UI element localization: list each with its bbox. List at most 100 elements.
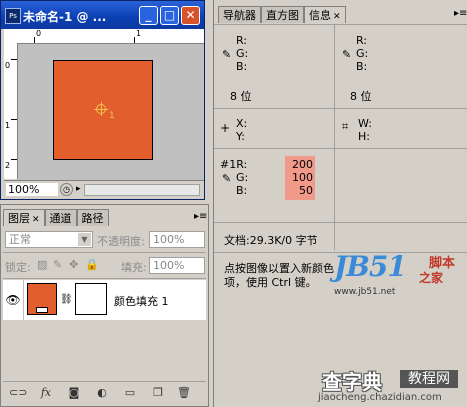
tab-label: 通道 (49, 212, 72, 225)
label-r: R: (236, 34, 248, 47)
status-info-icon[interactable]: ◷ (60, 183, 73, 196)
info-panel: 导航器 直方图 信息 ✕ ▸≡ ✎ R: G: B: 8 位 ✎ R: G: B:… (213, 0, 467, 407)
crosshair-icon (101, 102, 102, 116)
label-sampler-b: B: (236, 184, 248, 197)
fill-label: 填充: (121, 261, 147, 274)
layers-panel-tabs: 图层 ✕ 通道 路径 (3, 209, 109, 226)
tab-navigator[interactable]: 导航器 (218, 6, 261, 23)
label-b: B: (236, 60, 248, 73)
document-window: Ps 未命名-1 @ ... _ □ ✕ 0 1 0 1 2 1 100% ◷ … (0, 0, 205, 200)
eyedropper-icon: ✎ (342, 48, 352, 61)
ruler-corner[interactable] (4, 29, 18, 43)
close-icon[interactable]: ✕ (333, 12, 341, 22)
layer-name[interactable]: 颜色填充 1 (114, 293, 169, 309)
photoshop-app-icon: Ps (5, 8, 21, 24)
fill-value: 100% (153, 259, 185, 272)
mask-icon[interactable]: ◙ (65, 386, 83, 399)
watermark-badge: 教程网 (400, 370, 458, 388)
tab-label: 图层 (8, 212, 30, 225)
panel-menu-icon[interactable]: ▸≡ (454, 8, 467, 19)
layer-color-thumbnail[interactable] (27, 283, 57, 315)
horizontal-ruler[interactable]: 0 1 (17, 29, 204, 44)
tab-histogram[interactable]: 直方图 (261, 6, 304, 23)
ruler-label: 0 (5, 61, 11, 70)
label-h: H: (358, 130, 370, 143)
readout-wh: W: H: (358, 117, 372, 143)
selection-size-icon: ⌗ (342, 120, 349, 133)
layers-panel: 图层 ✕ 通道 路径 ▸≡ 正常 ▼ 不透明度: 100% 锁定: ▨ ✎ ✥ 🔒… (0, 204, 209, 407)
divider (3, 252, 206, 253)
status-menu-arrow-icon[interactable]: ▸ (76, 184, 81, 194)
panel-menu-icon[interactable]: ▸≡ (194, 211, 207, 222)
layer-row[interactable]: 👁 ⛓ 颜色填充 1 (3, 280, 206, 320)
lock-transparency-icon[interactable]: ▨ (37, 258, 47, 271)
chain-link-icon[interactable]: ⛓ (60, 294, 73, 305)
canvas-area[interactable]: 1 (18, 44, 204, 180)
divider (214, 24, 467, 25)
document-size: 文档:29.3K/0 字节 (224, 234, 318, 247)
label-sampler-g: G: (236, 171, 249, 184)
blend-mode-select[interactable]: 正常 ▼ (5, 231, 93, 248)
label-y: Y: (236, 130, 245, 143)
crosshair-icon: + (220, 121, 231, 135)
ruler-label: 1 (136, 29, 142, 38)
fx-icon[interactable]: fx (37, 386, 55, 399)
vertical-ruler[interactable]: 0 1 2 (4, 43, 18, 179)
chevron-down-icon: ▼ (78, 233, 91, 246)
label-b: B: (356, 60, 368, 73)
readout-rgb-right: R: G: B: (356, 34, 368, 73)
maximize-button[interactable]: □ (160, 6, 179, 25)
new-layer-icon[interactable]: ❐ (149, 386, 167, 399)
ruler-label: 0 (36, 29, 42, 38)
bottom-watermark: 查字典 教程网 jiaocheng.chazidian.com (310, 366, 467, 407)
lock-all-icon[interactable]: 🔒 (85, 258, 99, 271)
label-sampler-r: #1R: (220, 158, 248, 171)
fill-field[interactable]: 100% (149, 257, 205, 274)
lock-position-icon[interactable]: ✥ (69, 258, 78, 271)
tab-label: 直方图 (266, 9, 299, 22)
zoom-field[interactable]: 100% (6, 183, 58, 196)
layer-mask-thumbnail[interactable] (75, 283, 107, 315)
tab-paths[interactable]: 路径 (76, 209, 109, 226)
close-icon[interactable]: ✕ (32, 215, 40, 225)
ruler-label: 2 (5, 161, 11, 170)
close-button[interactable]: ✕ (181, 6, 200, 25)
label-g: G: (356, 47, 369, 60)
link-icon[interactable]: ⊂⊃ (9, 386, 27, 399)
divider (214, 222, 467, 223)
document-title: 未命名-1 @ ... (23, 10, 107, 24)
minimize-button[interactable]: _ (139, 6, 158, 25)
watermark-text: 之家 (419, 271, 444, 285)
label-r: R: (356, 34, 368, 47)
eye-icon[interactable]: 👁 (3, 280, 24, 320)
sampler-b-value: 50 (299, 184, 313, 197)
opacity-label: 不透明度: (97, 235, 145, 248)
opacity-field[interactable]: 100% (149, 231, 205, 248)
bit-depth-right: 8 位 (350, 90, 372, 103)
watermark-logo: JB51 (334, 250, 407, 283)
lock-image-icon[interactable]: ✎ (53, 258, 62, 271)
horizontal-scrollbar[interactable] (84, 184, 200, 196)
divider (3, 278, 206, 279)
sampler-number: 1 (109, 111, 115, 121)
canvas-color-fill[interactable]: 1 (53, 60, 153, 160)
tab-info[interactable]: 信息 ✕ (304, 6, 346, 23)
folder-icon[interactable]: ▭ (121, 386, 139, 399)
eyedropper-icon: ✎ (222, 48, 232, 61)
tab-layers[interactable]: 图层 ✕ (3, 209, 45, 226)
lock-label: 锁定: (5, 261, 31, 274)
divider (214, 108, 467, 109)
document-status-bar: 100% ◷ ▸ (4, 180, 204, 199)
blend-mode-value: 正常 (9, 233, 31, 246)
watermark-text: 查字典 (322, 370, 382, 394)
sampler-labels: #1R: G: B: (220, 158, 248, 197)
watermark-url: jiaocheng.chazidian.com (318, 392, 442, 403)
label-g: G: (236, 47, 249, 60)
adjustment-icon[interactable]: ◐ (93, 386, 111, 399)
trash-icon[interactable]: 🗑 (175, 386, 193, 399)
sampler-g-value: 100 (292, 171, 313, 184)
readout-rgb-left: R: G: B: (236, 34, 248, 73)
tab-channels[interactable]: 通道 (44, 209, 77, 226)
layers-bottom-toolbar: ⊂⊃ fx ◙ ◐ ▭ ❐ 🗑 (3, 381, 206, 402)
document-title-bar[interactable]: Ps 未命名-1 @ ... _ □ ✕ (1, 1, 204, 29)
